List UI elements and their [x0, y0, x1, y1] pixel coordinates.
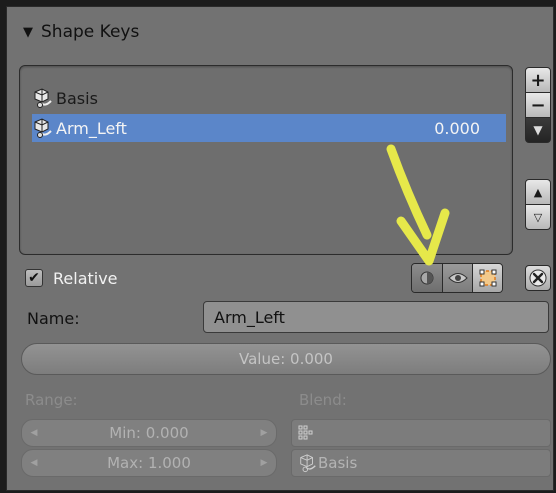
increment-arrow-icon[interactable]: ▶: [252, 458, 276, 468]
slider-min-text: Min: 0.000: [109, 424, 189, 442]
remove-shape-key-button[interactable]: −: [525, 92, 551, 118]
increment-arrow-icon[interactable]: ▶: [252, 428, 276, 438]
vertex-group-field[interactable]: [291, 419, 551, 447]
panel-title: Shape Keys: [41, 22, 140, 42]
list-item[interactable]: Basis: [32, 84, 512, 112]
slider-min-field[interactable]: ◀ Min: 0.000 ▶: [21, 419, 277, 447]
move-down-button[interactable]: ▽: [525, 204, 551, 230]
shape-key-icon: [300, 454, 316, 473]
shape-key-icon: [34, 118, 52, 138]
shape-key-name: Basis: [56, 88, 98, 108]
relative-key-value: Basis: [318, 454, 358, 472]
decrement-arrow-icon[interactable]: ◀: [22, 428, 46, 438]
shape-key-icon: [34, 88, 52, 108]
blend-label: Blend:: [299, 391, 347, 409]
shape-key-name-field[interactable]: Arm_Left: [203, 301, 549, 333]
apply-to-cage-button[interactable]: [472, 264, 502, 292]
eye-icon: [447, 273, 468, 283]
relative-label: Relative: [53, 268, 118, 288]
minus-icon: −: [530, 94, 546, 116]
relative-key-field[interactable]: Basis: [291, 449, 551, 477]
triangle-down-icon: ▼: [23, 24, 33, 40]
arrow-down-icon: ▽: [533, 210, 543, 224]
clear-weights-button[interactable]: [525, 265, 551, 291]
slider-max-text: Max: 1.000: [107, 454, 191, 472]
list-item[interactable]: Arm_Left 0.000: [32, 114, 506, 142]
specials-menu-button[interactable]: ▼: [525, 117, 551, 143]
value-slider-text: Value: 0.000: [239, 350, 333, 368]
value-slider[interactable]: Value: 0.000: [21, 343, 551, 375]
decrement-arrow-icon[interactable]: ◀: [22, 458, 46, 468]
plus-icon: +: [530, 69, 546, 91]
range-label: Range:: [25, 391, 78, 409]
shape-keys-panel: ▼ Shape Keys Basis Arm_Left 0.000 + − ▼ …: [6, 6, 554, 491]
arrow-up-icon: ▲: [533, 185, 543, 199]
annotation-arrow-icon: [386, 144, 450, 266]
shape-key-name: Arm_Left: [56, 118, 127, 138]
name-label: Name:: [27, 309, 80, 328]
add-shape-key-button[interactable]: +: [525, 67, 551, 93]
x-icon: [529, 269, 547, 287]
panel-header[interactable]: ▼ Shape Keys: [7, 7, 553, 57]
vertex-group-icon: [298, 425, 313, 440]
slider-max-field[interactable]: ◀ Max: 1.000 ▶: [21, 449, 277, 477]
chevron-down-icon: ▼: [533, 123, 543, 137]
shape-key-value[interactable]: 0.000: [434, 119, 480, 138]
move-up-button[interactable]: ▲: [525, 179, 551, 205]
relative-checkbox[interactable]: ✔: [25, 269, 43, 287]
relative-toggle[interactable]: ✔ Relative: [25, 263, 118, 293]
vertex-select-icon: [479, 269, 496, 287]
